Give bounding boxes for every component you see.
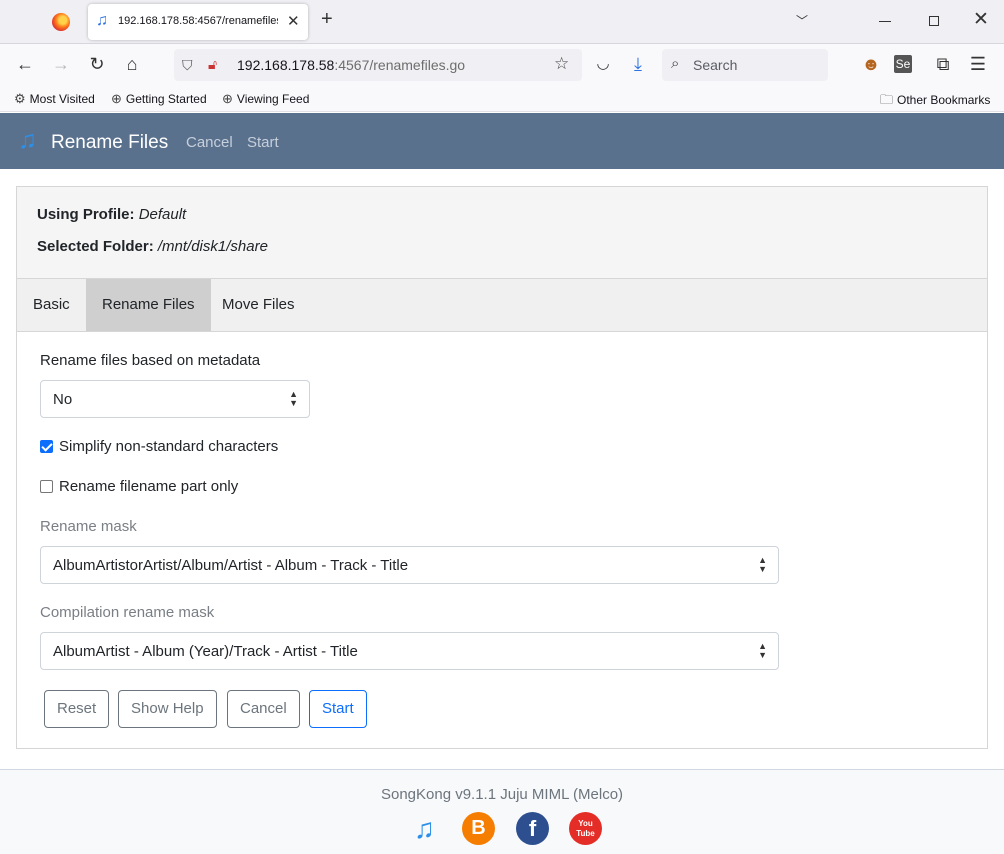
select-arrows-icon: ▲ ▼ xyxy=(758,555,767,574)
search-placeholder: Search xyxy=(693,57,738,73)
tab-title: 192.168.178.58:4567/renamefiles.go xyxy=(118,15,278,27)
simplify-checkbox-row[interactable]: Simplify non-standard characters xyxy=(40,438,278,455)
profile-info: Using Profile: Default xyxy=(37,206,187,223)
download-icon[interactable]: ⤓ xyxy=(626,53,650,75)
close-tab-icon[interactable]: ✕ xyxy=(287,12,300,30)
address-bar[interactable]: ⛉ 🔓︎ 192.168.178.58:4567/renamefiles.go … xyxy=(174,49,582,81)
close-window-icon[interactable]: ✕ xyxy=(973,10,989,29)
rename-metadata-label: Rename files based on metadata xyxy=(40,352,261,369)
nav-cancel-link[interactable]: Cancel xyxy=(186,134,233,151)
settings-tabs: Basic Rename Files Move Files xyxy=(17,279,987,332)
bookmark-most-visited[interactable]: ⚙ Most Visited xyxy=(14,91,95,107)
rename-metadata-select[interactable]: No ▲ ▼ xyxy=(40,380,310,418)
bookmark-getting-started[interactable]: ⊕ Getting Started xyxy=(111,91,207,107)
pocket-icon[interactable]: ◡ xyxy=(591,53,615,75)
blogger-icon[interactable]: B xyxy=(462,812,495,845)
compilation-mask-label: Compilation rename mask xyxy=(40,604,215,621)
tab-rename-files[interactable]: Rename Files xyxy=(86,279,211,331)
select-arrows-icon: ▲ ▼ xyxy=(289,389,298,408)
url-text[interactable]: 192.168.178.58:4567/renamefiles.go xyxy=(237,57,465,73)
songkong-icon[interactable]: ♫ xyxy=(408,812,441,845)
reload-icon[interactable]: ↻ xyxy=(85,53,109,75)
filename-only-checkbox[interactable] xyxy=(40,480,53,493)
folder-info: Selected Folder: /mnt/disk1/share xyxy=(37,238,268,255)
app-navbar: ♫ Rename Files Cancel Start xyxy=(0,113,1004,169)
rename-mask-select[interactable]: AlbumArtistorArtist/Album/Artist - Album… xyxy=(40,546,779,584)
bookmark-other[interactable]: 🗀 Other Bookmarks xyxy=(880,91,990,113)
extensions-puzzle-icon[interactable]: ⧉ xyxy=(931,53,955,75)
browser-tab[interactable]: ♫ 192.168.178.58:4567/renamefiles.go ✕ xyxy=(88,4,308,40)
forward-arrow-icon[interactable]: → xyxy=(49,53,73,75)
tab-basic[interactable]: Basic xyxy=(17,279,86,331)
folder-icon: 🗀 xyxy=(880,92,894,107)
insecure-lock-icon[interactable]: 🔓︎ xyxy=(208,56,217,73)
panel-header: Using Profile: Default Selected Folder: … xyxy=(17,187,987,279)
version-text: SongKong v9.1.1 Juju MIML (Melco) xyxy=(380,786,624,803)
rename-mask-label: Rename mask xyxy=(40,518,137,535)
rename-panel: Using Profile: Default Selected Folder: … xyxy=(16,186,988,749)
back-arrow-icon[interactable]: ← xyxy=(13,53,37,75)
search-icon: ⌕ xyxy=(671,55,680,72)
shield-icon[interactable]: ⛉ xyxy=(182,57,193,74)
extension-monkey-icon[interactable]: ☻ xyxy=(859,53,883,75)
maximize-window-icon[interactable] xyxy=(929,16,939,26)
start-button[interactable]: Start xyxy=(309,690,367,728)
menu-hamburger-icon[interactable]: ☰ xyxy=(966,53,990,75)
facebook-icon[interactable]: f xyxy=(516,812,549,845)
page-title[interactable]: Rename Files xyxy=(51,132,168,154)
bookmark-viewing-feed[interactable]: ⊕ Viewing Feed xyxy=(222,91,309,107)
browser-tab-bar: ♫ 192.168.178.58:4567/renamefiles.go ✕ +… xyxy=(0,0,1004,44)
simplify-checkbox[interactable] xyxy=(40,440,53,453)
globe-icon: ⊕ xyxy=(222,91,233,106)
reset-button[interactable]: Reset xyxy=(44,690,110,728)
new-tab-icon[interactable]: + xyxy=(321,9,333,29)
home-icon[interactable]: ⌂ xyxy=(120,53,144,75)
list-tabs-chevron-icon[interactable]: ﹀ xyxy=(796,12,808,29)
select-arrows-icon: ▲ ▼ xyxy=(758,641,767,660)
firefox-icon[interactable] xyxy=(52,13,70,31)
filename-only-checkbox-row[interactable]: Rename filename part only xyxy=(40,478,238,495)
tab-move-files[interactable]: Move Files xyxy=(206,279,311,331)
youtube-icon[interactable]: You Tube xyxy=(569,812,602,845)
extension-se-icon[interactable]: Se xyxy=(894,55,912,73)
globe-icon: ⊕ xyxy=(111,91,122,106)
browser-nav-bar: ← → ↻ ⌂ ⛉ 🔓︎ 192.168.178.58:4567/renamef… xyxy=(0,44,1004,86)
nav-start-link[interactable]: Start xyxy=(247,134,279,151)
cancel-button[interactable]: Cancel xyxy=(227,690,300,728)
show-help-button[interactable]: Show Help xyxy=(118,690,217,728)
footer: SongKong v9.1.1 Juju MIML (Melco) ♫ B f … xyxy=(0,769,1004,854)
minimize-window-icon[interactable] xyxy=(879,21,891,22)
bookmarks-bar: ⚙ Most Visited ⊕ Getting Started ⊕ Viewing … xyxy=(0,86,1004,112)
songkong-logo-icon[interactable]: ♫ xyxy=(18,127,37,153)
bookmark-star-icon[interactable]: ☆ xyxy=(554,54,569,74)
music-note-icon: ♫ xyxy=(96,12,108,29)
compilation-mask-select[interactable]: AlbumArtist - Album (Year)/Track - Artis… xyxy=(40,632,779,670)
gear-icon: ⚙ xyxy=(14,91,26,106)
search-box[interactable]: ⌕ Search xyxy=(662,49,828,81)
